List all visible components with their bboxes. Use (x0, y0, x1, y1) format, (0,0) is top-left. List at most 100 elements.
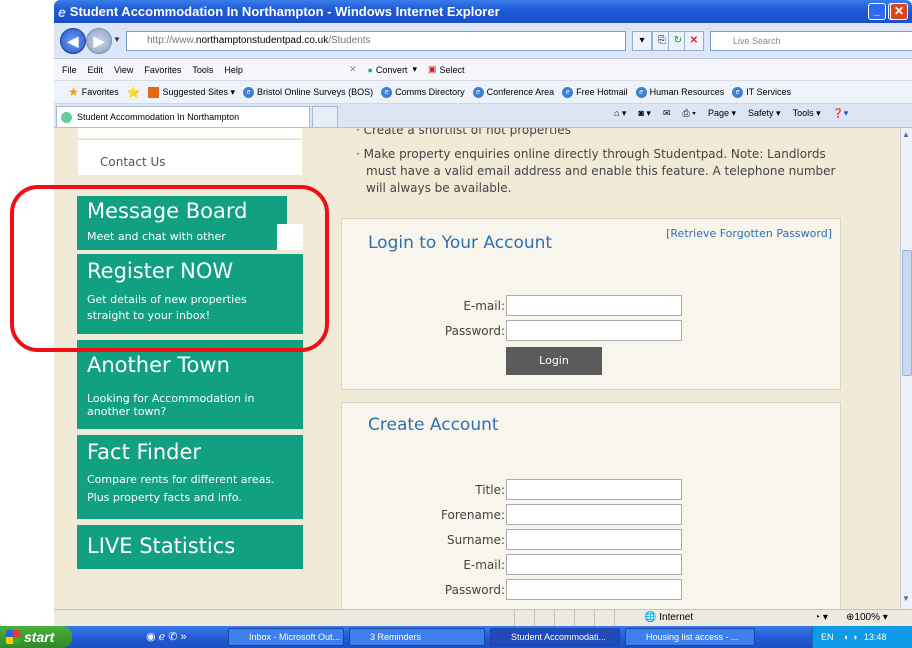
create-password-label: Password: (444, 583, 505, 597)
menu-view[interactable]: View (114, 65, 133, 75)
live-statistics-title: LIVE Statistics (87, 534, 236, 558)
back-button[interactable]: ◀ (60, 28, 86, 54)
favorites-star-icon: ★ (68, 85, 79, 99)
login-password-row: Password: (342, 320, 842, 342)
create-surname-label: Surname: (446, 533, 505, 547)
another-town-box[interactable]: Another Town Looking for Accommodation i… (77, 340, 303, 429)
create-forename-row: Forename: (342, 504, 842, 526)
task-student-accommodation[interactable]: Student Accommodati... (490, 628, 620, 646)
convert-dropdown-icon[interactable]: ▾ (412, 64, 417, 75)
another-town-title: Another Town (87, 353, 230, 377)
fav-free-hotmail[interactable]: e Free Hotmail (562, 86, 628, 98)
globe-icon: 🌐 (644, 612, 657, 623)
task-reminders[interactable]: 3 Reminders (349, 628, 485, 646)
print-icon[interactable]: ⎙ ▾ (682, 108, 695, 119)
select-button[interactable]: Select (439, 65, 464, 75)
command-bar: ⌂ ▾ ◙ ▾ ✉ ⎙ ▾ Page ▾ Safety ▾ Tools ▾ ❓▾ (614, 108, 848, 119)
tools-menu[interactable]: Tools ▾ (793, 108, 821, 119)
fact-finder-subtitle: Compare rents for different areas. Plus … (87, 473, 275, 504)
forward-button[interactable]: ▶ (86, 28, 112, 54)
language-indicator[interactable]: EN (821, 632, 834, 642)
convert-button[interactable]: Convert (376, 65, 408, 75)
mail-icon[interactable]: ✉ (663, 108, 671, 119)
vertical-scrollbar[interactable]: ▲ ▼ (900, 128, 912, 609)
clock: 13:48 (863, 632, 887, 642)
site-favicon-icon (61, 112, 72, 123)
login-email-input[interactable] (506, 295, 682, 316)
close-button[interactable]: ✕ (890, 3, 908, 20)
fact-finder-box[interactable]: Fact Finder Compare rents for different … (77, 435, 303, 519)
favorites-button[interactable]: ★ Favorites (68, 85, 119, 99)
status-zone: 🌐 Internet (644, 612, 694, 623)
stop-icon[interactable]: ✕ (684, 31, 704, 51)
taskbar: start ◉ ℯ ✆ » Inbox - Microsoft Out... 3… (0, 626, 912, 648)
highlight-oval (10, 185, 329, 352)
fav-suggested-sites[interactable]: Suggested Sites ▾ (148, 86, 235, 98)
create-title-input[interactable] (506, 479, 682, 500)
login-email-row: E-mail: (342, 295, 842, 317)
add-favorite-icon[interactable]: ⭐ (127, 86, 141, 99)
menu-tools[interactable]: Tools (192, 65, 213, 75)
create-title-label: Title: (475, 483, 505, 497)
page-icon: e (472, 86, 484, 98)
sidebar-top-item (78, 128, 302, 138)
sidebar-contact-us[interactable]: Contact Us (78, 139, 302, 175)
task-housing-list[interactable]: Housing list access - ... (625, 628, 755, 646)
create-forename-input[interactable] (506, 504, 682, 525)
scroll-up-icon[interactable]: ▲ (902, 130, 910, 139)
menu-favorites[interactable]: Favorites (144, 65, 181, 75)
tab-active[interactable]: Student Accommodation In Northampton (56, 106, 310, 127)
start-button[interactable]: start (0, 626, 72, 648)
protected-mode-icon[interactable]: ◔ ▾ (814, 612, 828, 623)
window-title: Student Accommodation In Northampton - W… (69, 4, 500, 19)
forgot-password-link[interactable]: [Retrieve Forgotten Password] (666, 227, 832, 240)
close-toolbar-icon[interactable]: ✕ (349, 64, 357, 75)
new-tab-button[interactable] (312, 106, 338, 127)
login-button[interactable]: Login (506, 347, 602, 375)
address-dropdown-icon[interactable]: ▾ (632, 31, 652, 51)
fav-human-resources[interactable]: e Human Resources (635, 86, 724, 98)
create-email-input[interactable] (506, 554, 682, 575)
tray-icons[interactable]: ◐ ◑ (844, 632, 857, 642)
menu-edit[interactable]: Edit (88, 65, 104, 75)
fav-it-services[interactable]: e IT Services (732, 86, 791, 98)
create-password-input[interactable] (506, 579, 682, 600)
quicklaunch-icons[interactable]: ◉ ℯ ✆ » (146, 630, 187, 643)
address-bar[interactable]: http://www.northamptonstudentpad.co.uk/S… (126, 31, 626, 51)
login-panel: Login to Your Account [Retrieve Forgotte… (341, 218, 841, 390)
history-dropdown-icon[interactable]: ▼ (113, 35, 121, 44)
safety-menu[interactable]: Safety ▾ (748, 108, 781, 119)
task-outlook-inbox[interactable]: Inbox - Microsoft Out... (228, 628, 344, 646)
home-icon[interactable]: ⌂ ▾ (614, 108, 626, 119)
fav-conference-area[interactable]: e Conference Area (472, 86, 554, 98)
create-title-row: Title: (342, 479, 842, 501)
window-titlebar: e Student Accommodation In Northampton -… (54, 0, 912, 23)
search-input[interactable]: Live Search (710, 31, 912, 51)
create-surname-input[interactable] (506, 529, 682, 550)
scrollbar-thumb[interactable] (902, 250, 912, 376)
login-email-label: E-mail: (463, 299, 505, 313)
menu-file[interactable]: File (62, 65, 77, 75)
page-icon: e (243, 86, 255, 98)
fact-finder-title: Fact Finder (87, 440, 202, 464)
bullet-shortlist: · Create a shortlist of hot properties (356, 128, 571, 137)
help-icon[interactable]: ❓▾ (833, 108, 849, 119)
login-password-label: Password: (444, 324, 505, 338)
feeds-icon[interactable]: ◙ ▾ (638, 108, 650, 119)
convert-icon: ● (367, 64, 373, 75)
login-password-input[interactable] (506, 320, 682, 341)
scroll-down-icon[interactable]: ▼ (902, 594, 910, 603)
menu-help[interactable]: Help (224, 65, 243, 75)
create-password-row: Password: (342, 579, 842, 601)
system-tray: EN ◐ ◑ 13:48 (812, 626, 912, 648)
page-icon: e (732, 86, 744, 98)
fav-comms-directory[interactable]: e Comms Directory (381, 86, 465, 98)
zoom-control[interactable]: ⊕100% ▾ (846, 612, 888, 623)
create-email-row: E-mail: (342, 554, 842, 576)
favorites-bar: ★ Favorites ⭐ Suggested Sites ▾ e Bristol … (54, 81, 912, 104)
live-statistics-box[interactable]: LIVE Statistics (77, 525, 303, 569)
fav-bristol-surveys[interactable]: e Bristol Online Surveys (BOS) (243, 86, 373, 98)
page-menu[interactable]: Page ▾ (708, 108, 736, 119)
page-icon: e (562, 86, 574, 98)
minimize-button[interactable]: _ (868, 3, 886, 20)
